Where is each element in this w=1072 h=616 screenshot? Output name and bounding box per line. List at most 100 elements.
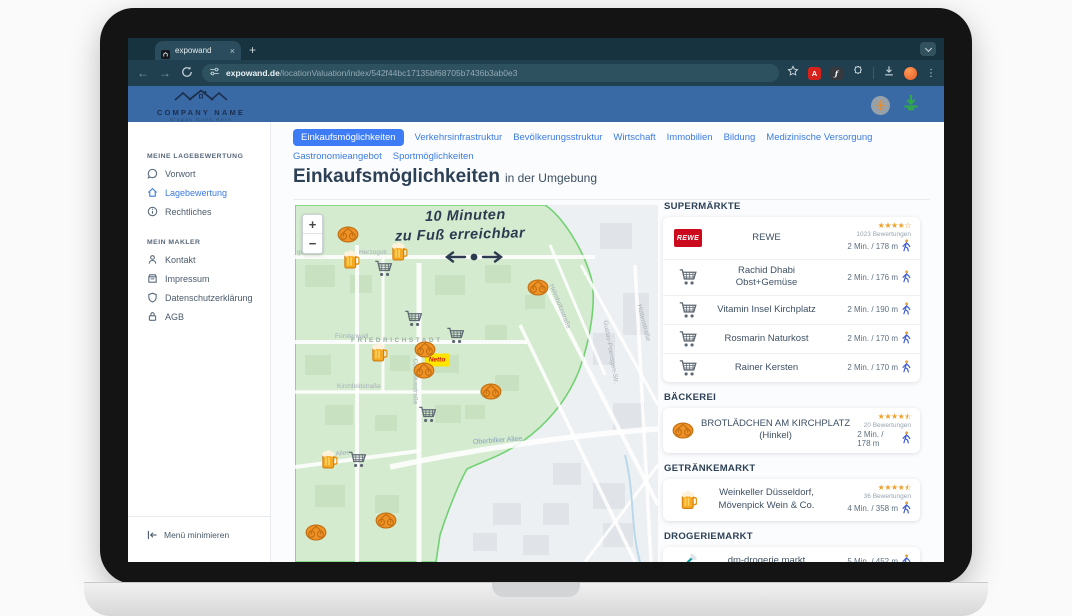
tab-verkehrsinfrastruktur[interactable]: Verkehrsinfrastruktur: [415, 132, 503, 143]
cart-marker[interactable]: [447, 327, 466, 350]
map-annotation-arrows: [443, 249, 505, 270]
main-content: Einkaufsmöglichkeiten Verkehrsinfrastruk…: [271, 122, 944, 562]
user-avatar[interactable]: [871, 96, 890, 115]
cart-marker[interactable]: [419, 406, 438, 429]
tab-medizinische-versorgung[interactable]: Medizinische Versorgung: [766, 132, 872, 143]
cart-marker[interactable]: [375, 260, 394, 283]
list-item[interactable]: BROTLÄDCHEN AM KIRCHPLATZ(Hinkel) ★★★★☆★…: [663, 408, 920, 453]
close-tab-icon[interactable]: ×: [230, 46, 235, 56]
tab-gastronomieangebot[interactable]: Gastronomieangebot: [293, 151, 382, 162]
tab-bildung[interactable]: Bildung: [724, 132, 756, 143]
extensions-puzzle-icon[interactable]: [852, 64, 864, 82]
zoom-out-button[interactable]: −: [303, 234, 322, 253]
bakery-card: BROTLÄDCHEN AM KIRCHPLATZ(Hinkel) ★★★★☆★…: [663, 408, 920, 453]
back-icon[interactable]: ←: [136, 66, 150, 80]
sidebar-item-kontakt[interactable]: Kontakt: [128, 250, 270, 269]
distance-text: 2 Min. / 170 m: [847, 334, 898, 343]
list-item[interactable]: Rachid Dhabi Obst+Gemüse 2 Min. / 176 m: [663, 259, 920, 295]
script-extension-icon[interactable]: ƒ: [830, 67, 843, 80]
list-item[interactable]: Rosmarin Naturkost 2 Min. / 170 m: [663, 324, 920, 353]
chat-bubble-icon: [147, 168, 158, 179]
walking-icon: [902, 331, 911, 346]
forward-icon[interactable]: →: [158, 66, 172, 80]
tab-bevoelkerungsstruktur[interactable]: Bevölkerungsstruktur: [513, 132, 602, 143]
cart-marker[interactable]: [349, 451, 368, 474]
pretzel-marker[interactable]: [375, 512, 397, 534]
beer-marker[interactable]: [343, 250, 360, 275]
section-title-drinks: GETRÄNKEMARKT: [664, 463, 920, 474]
distance-text: 2 Min. / 178 m: [857, 430, 898, 448]
sun-icon: [875, 100, 886, 111]
walking-icon: [902, 554, 911, 562]
collapse-left-icon: [147, 530, 158, 540]
pretzel-marker[interactable]: [527, 279, 549, 301]
tab-title: expowand: [175, 46, 225, 55]
sidebar: MEINE LAGEBEWERTUNG Vorwort Lagebewertun…: [128, 122, 271, 562]
pretzel-marker[interactable]: [480, 383, 502, 405]
download-report-button[interactable]: [902, 94, 920, 116]
section-title-bakery: BÄCKEREI: [664, 392, 920, 403]
reload-icon[interactable]: [180, 66, 194, 81]
section-title-drugstore: DROGERIEMARKT: [664, 531, 920, 542]
sidebar-item-lagebewertung[interactable]: Lagebewertung: [128, 183, 270, 202]
beer-marker[interactable]: [371, 343, 388, 368]
beer-marker[interactable]: [321, 450, 338, 475]
pretzel-marker[interactable]: [413, 362, 435, 384]
sidebar-item-impressum[interactable]: Impressum: [128, 269, 270, 288]
list-item[interactable]: dm-drogerie markt 5 Min. / 452 m: [663, 547, 920, 562]
list-item-rewe[interactable]: REWE REWE ★★★★☆ 1023 Bewertungen 2 Min. …: [663, 217, 920, 259]
pretzel-marker[interactable]: [414, 341, 436, 363]
map-zoom-control: + −: [302, 214, 323, 254]
street-label: Fürstenwall: [335, 333, 368, 340]
browser-menu-icon[interactable]: ⋮: [926, 68, 936, 79]
tab-search-chevron-button[interactable]: [920, 42, 936, 56]
tab-wirtschaft[interactable]: Wirtschaft: [613, 132, 655, 143]
drinks-card: Weinkeller Düsseldorf,Mövenpick Wein & C…: [663, 479, 920, 521]
sidebar-item-agb[interactable]: AGB: [128, 307, 270, 326]
pretzel-marker[interactable]: [305, 524, 327, 546]
place-name: Rosmarin Naturkost: [711, 333, 822, 345]
toolbar-separator: [873, 67, 874, 79]
list-item[interactable]: Rainer Kersten 2 Min. / 170 m: [663, 353, 920, 382]
cart-marker[interactable]: [405, 310, 424, 333]
tab-immobilien[interactable]: Immobilien: [667, 132, 713, 143]
rating-stars: ★★★★☆: [878, 222, 911, 230]
cart-icon: [672, 359, 704, 377]
browser-tab[interactable]: expowand ×: [155, 41, 241, 60]
pretzel-marker[interactable]: [337, 226, 359, 248]
list-item[interactable]: Weinkeller Düsseldorf,Mövenpick Wein & C…: [663, 479, 920, 521]
site-info-icon[interactable]: [209, 64, 220, 82]
info-icon: [147, 206, 158, 217]
bookmark-star-icon[interactable]: [787, 64, 799, 82]
place-name: Vitamin Insel Kirchplatz: [711, 304, 822, 316]
address-bar[interactable]: expowand.de/locationValuation/index/542f…: [202, 64, 779, 82]
profile-avatar[interactable]: [904, 67, 917, 80]
walking-icon: [902, 501, 911, 516]
person-icon: [147, 254, 158, 265]
title-separator: [293, 199, 930, 200]
map[interactable]: + − 10 Minuten zu Fuß erreichbar FRIEDRI…: [295, 205, 658, 562]
sidebar-minimize-button[interactable]: Menü minimieren: [128, 516, 271, 562]
browser-tab-strip: expowand × +: [128, 38, 944, 60]
review-count: 20 Bewertungen: [864, 422, 911, 429]
tab-sportmoeglichkeiten[interactable]: Sportmöglichkeiten: [393, 151, 474, 162]
new-tab-button[interactable]: +: [249, 42, 256, 58]
laptop-notch: [492, 583, 580, 597]
place-name: Weinkeller Düsseldorf,Mövenpick Wein & C…: [711, 487, 822, 512]
review-count: 1023 Bewertungen: [856, 231, 911, 238]
downloads-icon[interactable]: [883, 64, 895, 82]
sidebar-item-datenschutz[interactable]: Datenschutzerklärung: [128, 288, 270, 307]
list-item[interactable]: Vitamin Insel Kirchplatz 2 Min. / 190 m: [663, 295, 920, 324]
sidebar-item-vorwort[interactable]: Vorwort: [128, 164, 270, 183]
tab-einkaufsmoeglichkeiten[interactable]: Einkaufsmöglichkeiten: [293, 129, 404, 146]
rewe-logo: REWE: [674, 229, 702, 247]
sidebar-item-rechtliches[interactable]: Rechtliches: [128, 202, 270, 221]
place-name: REWE: [711, 232, 822, 244]
supermarkets-card: REWE REWE ★★★★☆ 1023 Bewertungen 2 Min. …: [663, 217, 920, 382]
page-content: MEINE LAGEBEWERTUNG Vorwort Lagebewertun…: [128, 122, 944, 562]
pdf-extension-icon[interactable]: A: [808, 67, 821, 80]
distance-text: 4 Min. / 358 m: [847, 504, 898, 513]
distance-text: 2 Min. / 190 m: [847, 305, 898, 314]
zoom-in-button[interactable]: +: [303, 215, 322, 234]
site-favicon-icon: [161, 46, 170, 55]
